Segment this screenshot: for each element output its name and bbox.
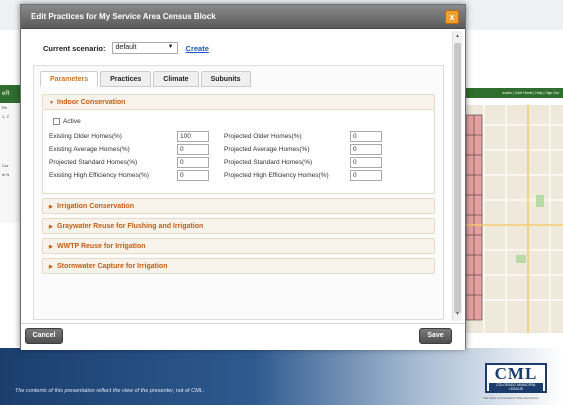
section-title: Indoor Conservation	[57, 99, 126, 106]
tab-parameters[interactable]: Parameters	[40, 71, 99, 87]
bg-left-line: le N	[2, 172, 10, 177]
section-graywater-reuse-header[interactable]: ▶ Graywater Reuse for Flushing and Irriga…	[42, 218, 435, 234]
bg-left-line: Re	[2, 105, 8, 110]
field-label: Projected High Efficiency Homes(%)	[224, 171, 329, 179]
field-label: Existing High Efficiency Homes(%)	[49, 171, 149, 179]
dialog-titlebar[interactable]: Edit Practices for My Service Area Censu…	[21, 5, 465, 29]
cml-logo-letters: CML	[494, 364, 538, 383]
projected-standard-homes-right-input[interactable]: 0	[350, 156, 382, 168]
parameters-accordion: ▼ Indoor Conservation Active Existing Old…	[42, 94, 435, 278]
scenario-row: Current scenario: default ▼ Create	[43, 42, 209, 54]
collapsed-arrow-icon: ▶	[49, 244, 53, 250]
field-projected-older-homes: Projected Older Homes(%) 0	[224, 130, 382, 142]
tab-climate[interactable]: Climate	[153, 71, 199, 87]
scenario-select[interactable]: default ▼	[111, 42, 178, 54]
active-checkbox-row[interactable]: Active	[53, 118, 81, 125]
bg-left-line: 1. C	[2, 114, 10, 119]
background-left-panel: Re 1. C Cur le N	[0, 103, 22, 223]
section-stormwater-capture-header[interactable]: ▶ Stormwater Capture for Irrigation	[42, 258, 435, 274]
cml-tagline: The Voice of Colorado's Cities and Towns	[483, 396, 539, 400]
section-title: Irrigation Conservation	[57, 203, 135, 210]
section-indoor-conservation-header[interactable]: ▼ Indoor Conservation	[42, 94, 435, 110]
collapsed-arrow-icon: ▶	[49, 204, 53, 210]
field-projected-high-efficiency-homes: Projected High Efficiency Homes(%) 0	[224, 169, 382, 181]
tab-subunits[interactable]: Subunits	[200, 71, 251, 87]
scenario-label: Current scenario:	[43, 43, 106, 53]
create-scenario-link[interactable]: Create	[186, 44, 209, 53]
section-title: Graywater Reuse for Flushing and Irrigat…	[57, 223, 204, 230]
section-title: Stormwater Capture for Irrigation	[57, 263, 168, 270]
close-icon[interactable]: x	[445, 10, 459, 24]
scenario-selected-value: default	[115, 44, 137, 51]
slide-footer-band	[0, 348, 563, 405]
field-projected-standard-homes-right: Projected Standard Homes(%) 0	[224, 156, 382, 168]
presentation-disclaimer: The contents of this presentation reflec…	[15, 388, 205, 394]
dialog-scrollbar[interactable]: ▲ ▼	[452, 31, 462, 321]
bg-left-line: Cur	[2, 163, 9, 168]
field-label: Projected Average Homes(%)	[224, 145, 310, 153]
edit-practices-dialog: Edit Practices for My Service Area Censu…	[20, 4, 466, 350]
existing-high-efficiency-homes-input[interactable]: 0	[177, 169, 209, 181]
field-label: Projected Older Homes(%)	[224, 132, 302, 140]
expanded-arrow-icon: ▼	[49, 100, 54, 106]
section-indoor-conservation-body: Active Existing Older Homes(%) 100 Exist…	[42, 110, 435, 194]
field-label: Projected Standard Homes(%)	[224, 158, 313, 166]
field-label: Projected Standard Homes(%)	[49, 158, 138, 166]
dialog-title: Edit Practices for My Service Area Censu…	[31, 12, 216, 21]
projected-older-homes-input[interactable]: 0	[350, 130, 382, 142]
scroll-down-icon[interactable]: ▼	[454, 311, 461, 319]
section-title: WWTP Reuse for Irrigation	[57, 243, 146, 250]
field-label: Existing Older Homes(%)	[49, 132, 122, 140]
existing-older-homes-input[interactable]: 100	[177, 130, 209, 142]
active-label: Active	[63, 118, 81, 125]
cml-logo: CML COLORADO MUNICIPAL LEAGUE	[485, 363, 547, 393]
existing-average-homes-input[interactable]: 0	[177, 143, 209, 155]
projected-high-efficiency-homes-input[interactable]: 0	[350, 169, 382, 181]
field-projected-average-homes: Projected Average Homes(%) 0	[224, 143, 382, 155]
collapsed-arrow-icon: ▶	[49, 224, 53, 230]
chevron-down-icon: ▼	[167, 44, 174, 50]
field-existing-high-efficiency-homes: Existing High Efficiency Homes(%) 0	[49, 169, 209, 181]
scroll-up-icon[interactable]: ▲	[454, 33, 461, 41]
scrollbar-thumb[interactable]	[454, 43, 461, 313]
field-label: Existing Average Homes(%)	[49, 145, 130, 153]
tab-practices[interactable]: Practices	[100, 71, 152, 87]
map-graphic	[466, 105, 563, 333]
tab-bar: Parameters Practices Climate Subunits	[40, 71, 253, 87]
collapsed-arrow-icon: ▶	[49, 264, 53, 270]
field-existing-average-homes: Existing Average Homes(%) 0	[49, 143, 209, 155]
active-checkbox[interactable]	[53, 118, 60, 125]
background-account-bar: ecarlo | Cntrl Home | Help | Sign Out	[466, 88, 563, 98]
save-button[interactable]: Save	[419, 328, 452, 344]
projected-average-homes-input[interactable]: 0	[350, 143, 382, 155]
cancel-button[interactable]: Cancel	[25, 328, 63, 344]
cml-logo-subtitle: COLORADO MUNICIPAL LEAGUE	[489, 383, 543, 391]
projected-standard-homes-input[interactable]: 0	[177, 156, 209, 168]
background-nav-badge: eR	[0, 85, 22, 103]
field-existing-older-homes: Existing Older Homes(%) 100	[49, 130, 209, 142]
section-irrigation-conservation-header[interactable]: ▶ Irrigation Conservation	[42, 198, 435, 214]
tab-content-panel: Parameters Practices Climate Subunits ▼ I…	[33, 65, 444, 320]
background-map	[466, 105, 563, 333]
section-wwtp-reuse-header[interactable]: ▶ WWTP Reuse for Irrigation	[42, 238, 435, 254]
dialog-footer: Cancel Save	[21, 323, 465, 350]
field-projected-standard-homes-left: Projected Standard Homes(%) 0	[49, 156, 209, 168]
